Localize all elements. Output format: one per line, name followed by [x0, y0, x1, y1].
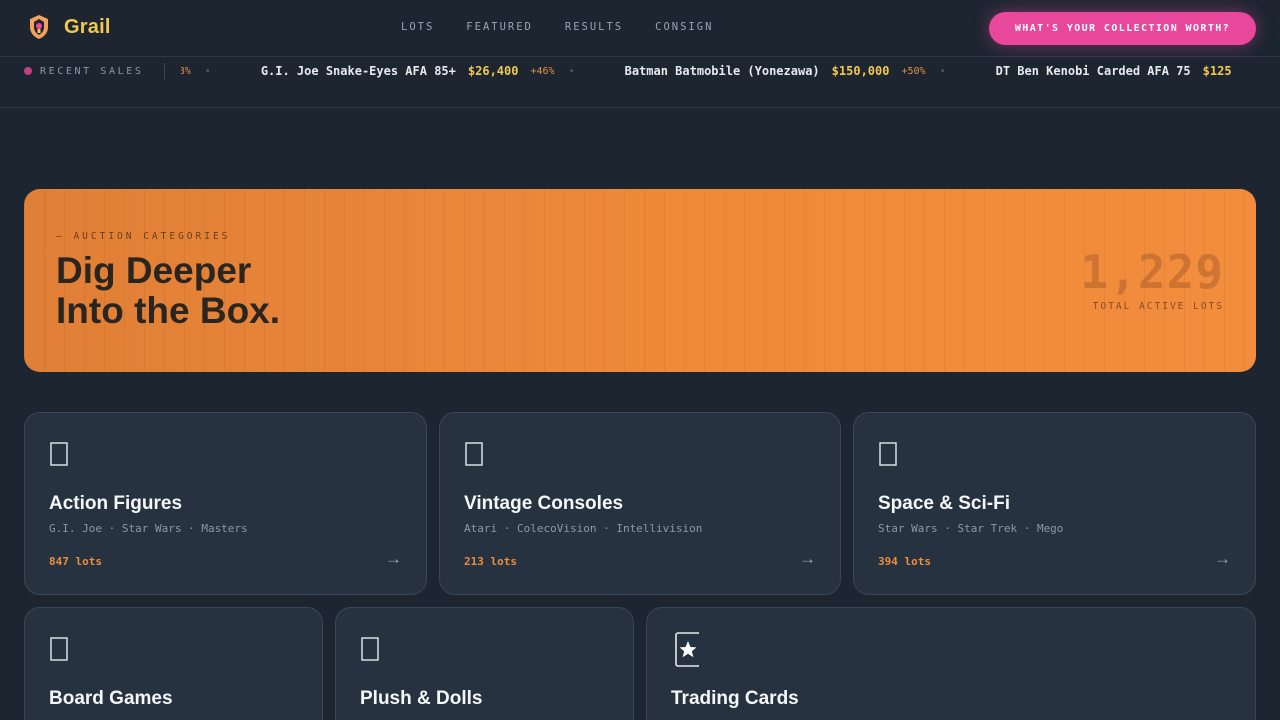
ticker-item[interactable]: G.I. Joe Snake-Eyes AFA 85+ $26,400 +46%… — [261, 64, 625, 78]
ticker-separator: • — [939, 65, 946, 77]
ticker-item[interactable]: DT Ben Kenobi Carded AFA 75 $125 — [996, 64, 1280, 78]
category-card-trading-cards[interactable]: Trading Cards — [646, 607, 1256, 720]
category-title: Trading Cards — [671, 688, 799, 709]
top-nav: Grail LOTS FEATURED RESULTS CONSIGN WHAT… — [0, 0, 1280, 57]
category-title: Board Games — [49, 688, 173, 709]
collection-worth-button[interactable]: WHAT'S YOUR COLLECTION WORTH? — [989, 12, 1256, 45]
nav-link-consign[interactable]: CONSIGN — [655, 21, 713, 33]
hero-title-line-1: Dig Deeper — [56, 250, 252, 291]
category-title: Vintage Consoles — [464, 493, 624, 514]
ticker-separator: • — [568, 65, 575, 77]
arrow-right-icon: → — [1214, 549, 1231, 568]
star-card-icon — [675, 632, 699, 667]
rocket-icon — [879, 442, 897, 466]
plush-icon — [361, 637, 379, 661]
hero-title-line-2: Into the Box. — [56, 290, 281, 331]
ticker-label: RECENT SALES — [24, 64, 143, 78]
ticker-item-name: G.I. Joe Snake-Eyes AFA 85+ — [260, 64, 456, 78]
figure-icon — [50, 442, 68, 466]
auction-categories-banner: — AUCTION CATEGORIES Dig Deeper Into the… — [24, 189, 1256, 372]
ticker-divider — [164, 63, 165, 79]
ticker-item-change: +50% — [901, 65, 926, 77]
category-card-plush-dolls[interactable]: Plush & Dolls — [335, 607, 634, 720]
total-lots-label: TOTAL ACTIVE LOTS — [1092, 301, 1224, 312]
ticker-item[interactable]: 000 +18% • — [181, 64, 261, 78]
category-lot-count: 213 lots — [464, 555, 517, 568]
category-subcategories: Atari · ColecoVision · Intellivision — [464, 522, 703, 535]
total-lots-count: 1,229 — [1080, 245, 1224, 299]
category-card-board-games[interactable]: Board Games — [24, 607, 323, 720]
ticker-item-price: $150,000 — [831, 64, 890, 78]
category-lot-count: 847 lots — [49, 555, 102, 568]
brand-name: Grail — [64, 15, 111, 38]
ticker-item-name: Batman Batmobile (Yonezawa) — [624, 64, 820, 78]
brand-home-link[interactable]: Grail — [28, 14, 111, 40]
hero-title: Dig Deeper Into the Box. — [56, 251, 556, 331]
ticker-item-price: $26,400 — [467, 64, 519, 78]
live-dot-icon — [24, 67, 32, 75]
ticker-track: 000 +18% • G.I. Joe Snake-Eyes AFA 85+ $… — [181, 64, 1280, 78]
category-title: Plush & Dolls — [360, 688, 483, 709]
category-title: Action Figures — [49, 493, 183, 514]
arrow-right-icon: → — [799, 549, 816, 568]
arrow-right-icon: → — [385, 549, 402, 568]
board-game-icon — [50, 637, 68, 661]
category-subcategories: Star Wars · Star Trek · Mego — [878, 522, 1064, 535]
nav-links: LOTS FEATURED RESULTS CONSIGN — [401, 21, 713, 33]
ticker-item[interactable]: Batman Batmobile (Yonezawa) $150,000 +50… — [625, 64, 996, 78]
nav-link-results[interactable]: RESULTS — [565, 21, 623, 33]
ticker-item-change: +46% — [530, 65, 555, 77]
nav-link-featured[interactable]: FEATURED — [466, 21, 533, 33]
category-lot-count: 394 lots — [878, 555, 931, 568]
ticker-item-price: $125 — [1202, 64, 1232, 78]
category-subcategories: G.I. Joe · Star Wars · Masters — [49, 522, 248, 535]
ticker-viewport: 000 +18% • G.I. Joe Snake-Eyes AFA 85+ $… — [181, 58, 1280, 84]
hero-eyebrow: — AUCTION CATEGORIES — [56, 231, 231, 242]
console-icon — [465, 442, 483, 466]
category-card-vintage-consoles[interactable]: Vintage Consoles Atari · ColecoVision · … — [439, 412, 841, 595]
ticker-item-change: +18% — [181, 65, 191, 77]
recent-sales-ticker: RECENT SALES 000 +18% • G.I. Joe Snake-E… — [0, 58, 1280, 108]
category-card-action-figures[interactable]: Action Figures G.I. Joe · Star Wars · Ma… — [24, 412, 427, 595]
ticker-separator: • — [204, 65, 211, 77]
ticker-item-name: DT Ben Kenobi Carded AFA 75 — [995, 64, 1191, 78]
category-title: Space & Sci-Fi — [878, 493, 1010, 514]
crest-icon — [30, 15, 48, 39]
nav-link-lots[interactable]: LOTS — [401, 21, 434, 33]
category-card-space-sci-fi[interactable]: Space & Sci-Fi Star Wars · Star Trek · M… — [853, 412, 1256, 595]
ticker-label-text: RECENT SALES — [40, 65, 144, 77]
